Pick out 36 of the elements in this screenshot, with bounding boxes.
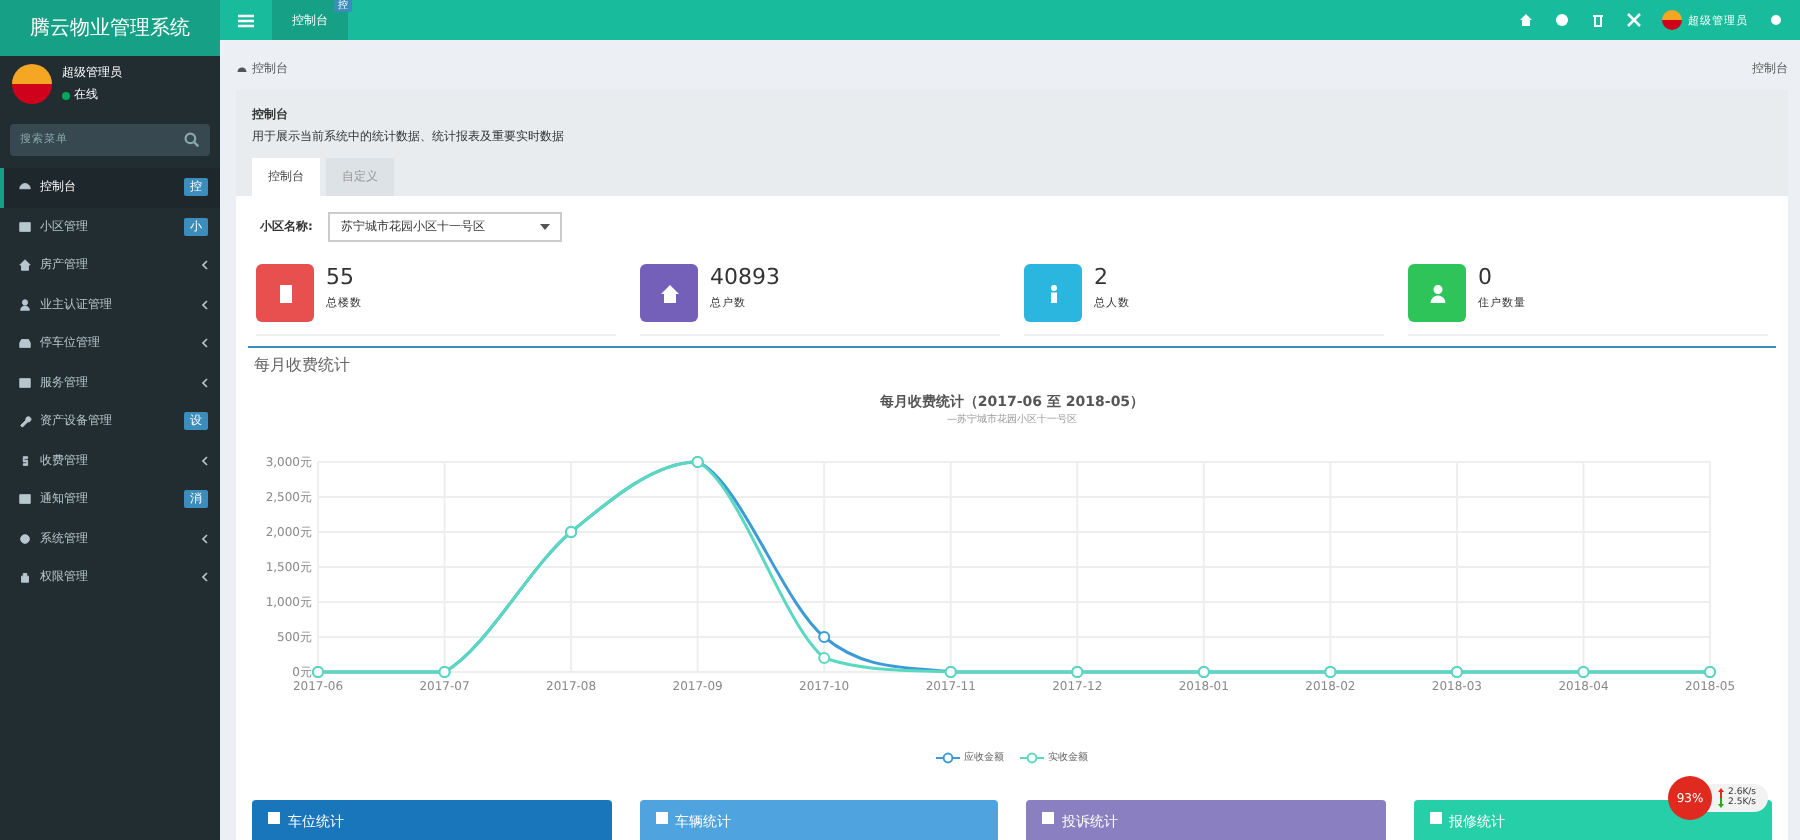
chevron-icon <box>202 260 208 271</box>
table-icon <box>18 375 32 390</box>
trash-icon[interactable] <box>1590 12 1606 28</box>
home-icon <box>18 258 32 273</box>
fullscreen-icon[interactable] <box>1626 12 1642 28</box>
dashboard-icon <box>18 180 32 195</box>
point <box>818 631 831 643</box>
user-avatar[interactable] <box>1662 10 1682 30</box>
chevron-icon <box>202 338 208 349</box>
chevron-icon <box>202 299 208 310</box>
chevron-icon <box>202 533 208 544</box>
dashboard-icon <box>236 64 248 74</box>
table-icon <box>18 219 32 234</box>
app-title: 腾云物业管理系统 <box>0 0 220 56</box>
stat-value: 55 <box>326 264 356 290</box>
car-icon <box>18 336 32 351</box>
caret-icon <box>540 224 551 230</box>
user-icon <box>18 297 32 312</box>
chevron-icon <box>202 455 208 466</box>
up-arrow-icon <box>1718 788 1725 798</box>
chevron-icon <box>202 572 208 583</box>
section-title: 每月收费统计 <box>254 354 352 376</box>
chevron-icon <box>202 377 208 388</box>
stat-value: 40893 <box>710 264 780 290</box>
search-icon <box>184 132 200 148</box>
lock-icon <box>18 570 32 585</box>
home-icon[interactable] <box>1518 12 1534 28</box>
avatar <box>12 64 52 104</box>
point <box>818 652 831 664</box>
wrench-icon <box>18 414 32 429</box>
stat-value: 0 <box>1478 264 1494 290</box>
menu-icon[interactable] <box>238 13 254 27</box>
table-icon <box>18 492 32 507</box>
dollar-icon <box>18 453 32 468</box>
down-arrow-icon <box>1718 798 1725 808</box>
stat-value: 2 <box>1094 264 1110 290</box>
